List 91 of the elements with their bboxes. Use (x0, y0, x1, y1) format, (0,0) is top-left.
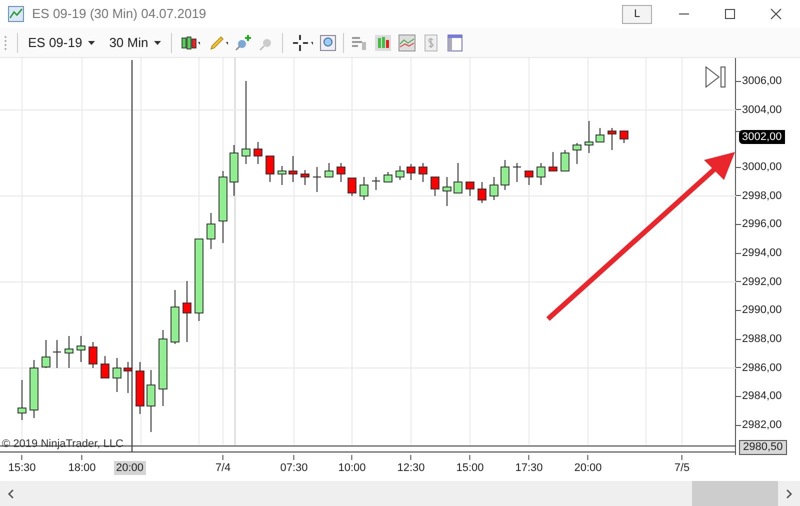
caret-icon (88, 40, 96, 44)
candle (18, 380, 26, 420)
time-axis-label: 07:30 (280, 461, 308, 475)
candle (372, 176, 380, 190)
time-axis-label: 7/5 (674, 461, 690, 475)
current-price-tag: 3002,00 (739, 130, 785, 144)
candle (336, 162, 346, 182)
candle (136, 362, 144, 414)
candle (384, 172, 392, 182)
price-axis-label: 2984,00 (742, 389, 782, 404)
price-axis-label: 2990,00 (742, 303, 782, 318)
candle (536, 162, 546, 186)
candle (360, 176, 368, 200)
price-axis-label: 3004,00 (742, 102, 782, 117)
price-axis-label: 2992,00 (742, 274, 782, 289)
properties-icon[interactable] (446, 34, 464, 52)
candle (76, 336, 86, 362)
close-icon[interactable] (770, 8, 782, 20)
candle (278, 166, 286, 186)
candle (266, 156, 274, 182)
candle (88, 342, 98, 368)
candle (64, 336, 74, 368)
candle (490, 176, 498, 200)
interval-dropdown[interactable]: 30 Min (105, 32, 166, 52)
candle (572, 142, 582, 164)
chart-icon (8, 6, 24, 22)
horizontal-scrollbar[interactable] (0, 481, 800, 506)
candle (230, 144, 238, 196)
scroll-to-end-icon[interactable] (705, 66, 727, 88)
candle (206, 212, 216, 250)
candle (430, 176, 440, 196)
time-axis-label: 10:00 (338, 461, 366, 475)
candle (548, 152, 558, 172)
candle (52, 340, 62, 368)
candle (348, 178, 356, 196)
window-title: ES 09-19 (30 Min) 04.07.2019 (32, 5, 206, 24)
candle (596, 128, 604, 142)
candle (288, 156, 298, 182)
time-axis-label: 15:00 (456, 461, 484, 475)
candle (146, 370, 156, 432)
candle (512, 162, 522, 182)
candle (418, 162, 428, 182)
candle (608, 128, 616, 150)
caret-icon (154, 40, 162, 44)
grip-icon (4, 34, 7, 50)
candle (42, 340, 50, 368)
candle (112, 358, 122, 392)
candle (396, 166, 404, 180)
price-axis-label: 2986,00 (742, 360, 782, 375)
candle (406, 164, 416, 180)
candle (500, 160, 510, 190)
price-axis-label: 2998,00 (742, 188, 782, 203)
candle (454, 162, 462, 194)
price-axis-label: 3000,00 (742, 160, 782, 174)
time-axis-label: 7/4 (215, 461, 231, 475)
time-axis-label: 20:00 (574, 461, 602, 475)
candle (100, 356, 110, 378)
candle (124, 362, 132, 394)
scrollbar-thumb[interactable] (692, 481, 778, 506)
indicator-icon[interactable] (398, 34, 416, 52)
price-axis-label: 3006,00 (742, 74, 782, 88)
chart-style-icon[interactable] (374, 34, 392, 52)
candle (560, 150, 570, 172)
candle (620, 130, 628, 144)
instrument-dropdown[interactable]: ES 09-19 (24, 32, 100, 52)
price-axis-label: 2982,00 (742, 418, 782, 432)
maximize-icon[interactable] (724, 8, 736, 20)
time-axis-label: 18:00 (68, 461, 96, 475)
price-line-tag: 2980,50 (739, 440, 787, 455)
time-axis-label: 12:30 (397, 461, 425, 475)
account-button[interactable]: L (622, 4, 652, 24)
time-axis-label: 15:30 (8, 461, 36, 475)
price-axis-label: 2994,00 (742, 246, 782, 260)
candle (324, 162, 334, 178)
candle (584, 120, 594, 154)
candle (312, 166, 322, 192)
candle (300, 170, 310, 186)
add-pin-icon[interactable] (234, 34, 252, 52)
candle (524, 170, 534, 186)
candle (254, 142, 262, 164)
candle (442, 176, 452, 206)
time-axis-label: 17:30 (515, 461, 543, 475)
candle (30, 360, 38, 418)
candle (466, 182, 474, 196)
zoom-icon[interactable] (319, 34, 338, 52)
candle (182, 280, 192, 342)
candle (478, 182, 486, 204)
price-axis-label: 2996,00 (742, 217, 782, 232)
crosshair-time-label: 20:00 (114, 461, 146, 475)
candle (170, 290, 180, 344)
price-axis-label: 2988,00 (742, 332, 782, 346)
